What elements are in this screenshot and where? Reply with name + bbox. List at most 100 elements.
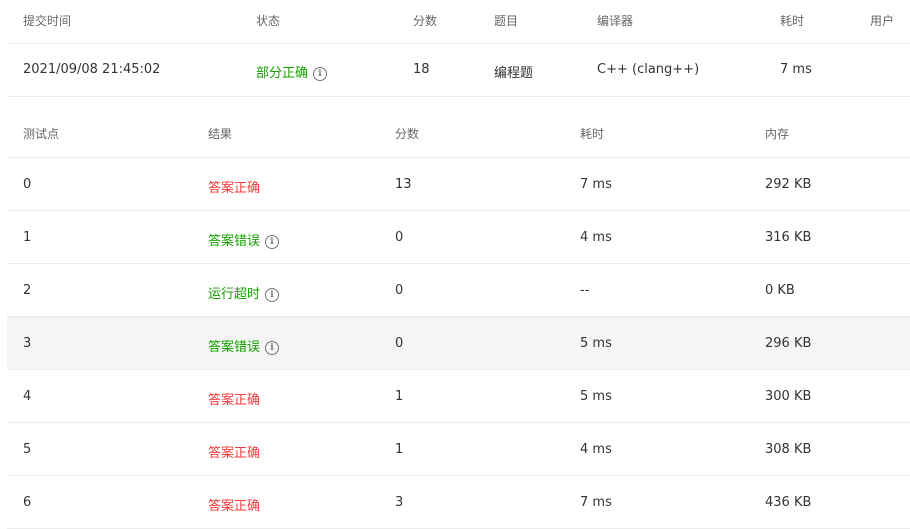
column-header: 题目: [494, 14, 519, 28]
case-score: 0: [395, 336, 403, 351]
case-score: 1: [395, 442, 403, 457]
score-text: 0: [395, 283, 404, 298]
time-text: 5 ms: [580, 389, 612, 404]
score-text: 1: [395, 442, 404, 457]
info-icon[interactable]: i: [313, 67, 328, 81]
info-icon[interactable]: i: [265, 235, 280, 249]
test-case-row[interactable]: 6 答案正确 3 7 ms 436 KB: [7, 476, 910, 529]
result-text: 答案正确: [208, 393, 261, 408]
result-text: 答案正确: [208, 446, 261, 461]
submission-header-row: 提交时间 状态 分数 题目 编译器 耗时 用户: [7, 0, 910, 44]
compiler-text: C++ (clang++): [597, 62, 700, 77]
case-result: 答案正确: [208, 442, 260, 461]
time-text: 4 ms: [580, 230, 612, 245]
case-id: 5: [23, 442, 31, 457]
mem-text: 436 KB: [765, 495, 812, 510]
test-case-row[interactable]: 1 答案错误 i 0 4 ms 316 KB: [7, 211, 910, 264]
column-header: 用户: [870, 14, 895, 28]
column-header: 耗时: [580, 127, 605, 141]
case-result: 运行超时 i: [208, 283, 280, 302]
case-id: 2: [23, 283, 31, 298]
mem-text: 292 KB: [765, 177, 812, 192]
case-id: 1: [23, 230, 31, 245]
score-text: 1: [395, 389, 404, 404]
case-result: 答案正确: [208, 177, 260, 196]
case-time: 5 ms: [580, 389, 612, 404]
column-header: 耗时: [780, 14, 805, 28]
problem-text: 编程题: [494, 66, 534, 81]
case-time: 4 ms: [580, 230, 612, 245]
submission-row[interactable]: 2021/09/08 21:45:02 部分正确 i 18 编程题 C++ (clang+…: [7, 44, 910, 97]
case-time: 4 ms: [580, 442, 612, 457]
case-result: 答案正确: [208, 495, 260, 514]
case-score: 3: [395, 495, 403, 510]
case-mem: 296 KB: [765, 336, 811, 351]
info-icon[interactable]: i: [265, 341, 280, 355]
case-time: 7 ms: [580, 177, 612, 192]
test-case-row[interactable]: 5 答案正确 1 4 ms 308 KB: [7, 423, 910, 476]
case-time: --: [580, 283, 589, 298]
case-score: 0: [395, 230, 403, 245]
id-text: 0: [23, 177, 32, 192]
score-text: 0: [395, 336, 404, 351]
time-text: 7 ms: [580, 177, 612, 192]
case-result: 答案错误 i: [208, 336, 280, 355]
case-result: 答案错误 i: [208, 230, 280, 249]
test-case-row[interactable]: 0 答案正确 13 7 ms 292 KB: [7, 158, 910, 211]
id-text: 1: [23, 230, 32, 245]
result-text: 答案错误: [208, 234, 261, 249]
column-header: 状态: [256, 14, 281, 28]
case-id: 4: [23, 389, 31, 404]
id-text: 6: [23, 495, 32, 510]
time-text: 5 ms: [580, 336, 612, 351]
mem-text: 308 KB: [765, 442, 812, 457]
test-case-row[interactable]: 2 运行超时 i 0 -- 0 KB: [7, 264, 910, 317]
score-text: 3: [395, 495, 404, 510]
case-id: 3: [23, 336, 31, 351]
id-text: 4: [23, 389, 32, 404]
time-text: 4 ms: [580, 442, 612, 457]
column-header: 编译器: [597, 14, 634, 28]
duration-text: 7 ms: [780, 62, 812, 77]
submission-compiler: C++ (clang++): [597, 62, 699, 77]
result-text: 答案正确: [208, 499, 261, 514]
column-header: 分数: [395, 127, 420, 141]
result-text: 运行超时: [208, 287, 261, 302]
case-time: 7 ms: [580, 495, 612, 510]
column-header: 结果: [208, 127, 233, 141]
test-case-row[interactable]: 4 答案正确 1 5 ms 300 KB: [7, 370, 910, 423]
mem-text: 316 KB: [765, 230, 812, 245]
cases-header-row: 测试点 结果 分数 耗时 内存: [7, 97, 910, 158]
case-id: 0: [23, 177, 31, 192]
score-text: 0: [395, 230, 404, 245]
case-score: 1: [395, 389, 403, 404]
submission-duration: 7 ms: [780, 62, 812, 77]
case-result: 答案正确: [208, 389, 260, 408]
submission-problem[interactable]: 编程题: [494, 62, 533, 81]
column-header: 测试点: [23, 127, 60, 141]
case-time: 5 ms: [580, 336, 612, 351]
result-text: 答案正确: [208, 181, 261, 196]
id-text: 5: [23, 442, 32, 457]
case-mem: 436 KB: [765, 495, 811, 510]
case-mem: 300 KB: [765, 389, 811, 404]
mem-text: 0 KB: [765, 283, 795, 298]
score-text: 18: [413, 62, 430, 77]
submission-time: 2021/09/08 21:45:02: [23, 62, 160, 77]
column-header: 内存: [765, 127, 790, 141]
case-mem: 316 KB: [765, 230, 811, 245]
submission-status[interactable]: 部分正确 i: [256, 62, 328, 81]
column-header: 分数: [413, 14, 438, 28]
info-icon[interactable]: i: [265, 288, 280, 302]
case-score: 0: [395, 283, 403, 298]
case-score: 13: [395, 177, 412, 192]
time-text: 7 ms: [580, 495, 612, 510]
time-text: 2021/09/08 21:45:02: [23, 62, 161, 77]
test-case-row[interactable]: 3 答案错误 i 0 5 ms 296 KB: [7, 317, 910, 370]
status-text: 部分正确: [256, 66, 309, 81]
id-text: 3: [23, 336, 32, 351]
case-mem: 292 KB: [765, 177, 811, 192]
time-text: --: [580, 283, 590, 298]
mem-text: 296 KB: [765, 336, 812, 351]
case-id: 6: [23, 495, 31, 510]
